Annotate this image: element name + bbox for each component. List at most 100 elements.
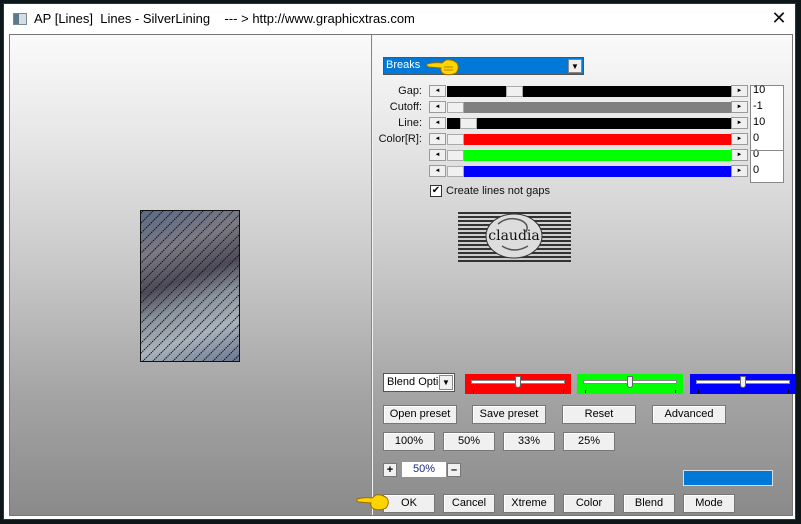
- dialog-color-button[interactable]: Color: [563, 494, 615, 513]
- slider-row: Gap: ◄ ►: [370, 85, 790, 98]
- slider-fill: [447, 150, 731, 161]
- slider-thumb[interactable]: [627, 376, 633, 388]
- chevron-down-icon[interactable]: ▼: [568, 59, 582, 73]
- slider-row: Line: ◄ ►: [370, 117, 790, 130]
- scroll-left-icon[interactable]: ◄: [429, 149, 446, 161]
- dialog-xtreme-button[interactable]: Xtreme: [503, 494, 555, 513]
- tick-mark: [585, 390, 586, 393]
- scroll-left-icon[interactable]: ◄: [429, 101, 446, 113]
- slider-track[interactable]: [447, 86, 731, 97]
- zoom-50-button[interactable]: 50%: [443, 432, 495, 451]
- value-boxes-group-2: [750, 150, 784, 183]
- hatch-line: [141, 211, 194, 264]
- scroll-right-icon[interactable]: ►: [731, 133, 748, 145]
- slider-fill: [447, 102, 731, 113]
- slider-track[interactable]: [447, 166, 731, 177]
- scroll-right-icon[interactable]: ►: [731, 101, 748, 113]
- mode-dropdown-value: Breaks: [386, 59, 421, 71]
- mode-dropdown[interactable]: Breaks ▼: [383, 57, 584, 75]
- slider-label: Color[R]:: [378, 133, 422, 145]
- zoom-out-button[interactable]: –: [447, 463, 461, 477]
- dialog-window: AP [Lines] Lines - SilverLining --- > ht…: [3, 3, 796, 520]
- pointing-hand-icon: [356, 494, 389, 511]
- dialog-blend-button[interactable]: Blend: [623, 494, 675, 513]
- slider-track[interactable]: [447, 102, 731, 113]
- logo-text: claudia: [488, 228, 539, 244]
- create-lines-label: Create lines not gaps: [446, 185, 550, 197]
- blend-color-slider[interactable]: [465, 374, 571, 394]
- color-swatch[interactable]: [683, 470, 773, 486]
- preview-image: [140, 210, 240, 362]
- slider-thumb[interactable]: [515, 376, 521, 388]
- slider-label: Gap:: [398, 85, 422, 97]
- scroll-left-icon[interactable]: ◄: [429, 133, 446, 145]
- slider-thumb[interactable]: [447, 150, 464, 161]
- blend-color-slider[interactable]: [690, 374, 796, 394]
- slider-thumb[interactable]: [447, 166, 464, 177]
- hatch-line: [141, 211, 184, 254]
- tick-mark: [473, 390, 474, 393]
- slider-thumb[interactable]: [447, 102, 464, 113]
- slider-label: Line:: [398, 117, 422, 129]
- scroll-left-icon[interactable]: ◄: [429, 165, 446, 177]
- hatch-line: [212, 334, 239, 361]
- dialog-cancel-button[interactable]: Cancel: [443, 494, 495, 513]
- slider-row: ◄ ►: [370, 165, 790, 178]
- scroll-right-icon[interactable]: ►: [731, 85, 748, 97]
- window-title: AP [Lines] Lines - SilverLining --- > ht…: [34, 11, 415, 26]
- slider-value-input[interactable]: 10: [751, 115, 784, 131]
- tick-mark: [698, 390, 699, 393]
- zoom-100-button[interactable]: 100%: [383, 432, 435, 451]
- scroll-left-icon[interactable]: ◄: [429, 85, 446, 97]
- pointing-hand-icon: [426, 59, 459, 76]
- zoom-in-button[interactable]: +: [383, 463, 397, 477]
- slider-fill: [447, 86, 731, 97]
- slider-row: ◄ ►: [370, 149, 790, 162]
- scroll-right-icon[interactable]: ►: [731, 117, 748, 129]
- hatch-line: [232, 354, 239, 361]
- slider-track[interactable]: [447, 134, 731, 145]
- preview-lines: [141, 211, 239, 361]
- slider-track[interactable]: [447, 150, 731, 161]
- create-lines-checkbox[interactable]: ✔: [430, 185, 442, 197]
- preset-open-preset-button[interactable]: Open preset: [383, 405, 457, 424]
- slider-label: Cutoff:: [389, 101, 422, 113]
- dialog-ok-button[interactable]: OK: [383, 494, 435, 513]
- slider-value-input[interactable]: 10: [751, 83, 784, 99]
- tick-mark: [563, 390, 564, 393]
- scroll-right-icon[interactable]: ►: [731, 165, 748, 177]
- hatch-line: [192, 314, 239, 361]
- title-bar[interactable]: AP [Lines] Lines - SilverLining --- > ht…: [4, 4, 795, 34]
- preset-advanced-button[interactable]: Advanced: [652, 405, 726, 424]
- chevron-down-icon[interactable]: ▼: [439, 375, 453, 390]
- hatch-line: [141, 211, 144, 214]
- slider-thumb[interactable]: [740, 376, 746, 388]
- slider-track[interactable]: [447, 118, 731, 129]
- slider-fill: [447, 166, 731, 177]
- dialog-mode-button[interactable]: Mode: [683, 494, 735, 513]
- blend-options-dropdown[interactable]: Blend Options ▼: [383, 373, 455, 392]
- slider-thumb[interactable]: [447, 134, 464, 145]
- slider-value-input[interactable]: 0: [751, 131, 784, 147]
- slider-row: Color[R]: ◄ ►: [370, 133, 790, 146]
- hatch-line: [141, 211, 154, 224]
- tick-mark: [788, 390, 789, 393]
- scroll-right-icon[interactable]: ►: [731, 149, 748, 161]
- slider-value-input[interactable]: -1: [751, 99, 784, 115]
- slider-row: Cutoff: ◄ ►: [370, 101, 790, 114]
- slider-thumb[interactable]: [460, 118, 477, 129]
- slider-thumb[interactable]: [506, 86, 523, 97]
- zoom-value: 50%: [402, 462, 446, 477]
- close-icon[interactable]: ✕: [769, 9, 789, 29]
- logo-image: claudia: [458, 212, 571, 262]
- slider-fill: [447, 134, 731, 145]
- zoom-25-button[interactable]: 25%: [563, 432, 615, 451]
- blend-color-slider[interactable]: [577, 374, 683, 394]
- app-icon: [13, 13, 27, 25]
- blend-options-value: Blend Options: [387, 376, 439, 388]
- zoom-33-button[interactable]: 33%: [503, 432, 555, 451]
- preset-reset-button[interactable]: Reset: [562, 405, 636, 424]
- scroll-left-icon[interactable]: ◄: [429, 117, 446, 129]
- slider-fill: [447, 118, 731, 129]
- preset-save-preset-button[interactable]: Save preset: [472, 405, 546, 424]
